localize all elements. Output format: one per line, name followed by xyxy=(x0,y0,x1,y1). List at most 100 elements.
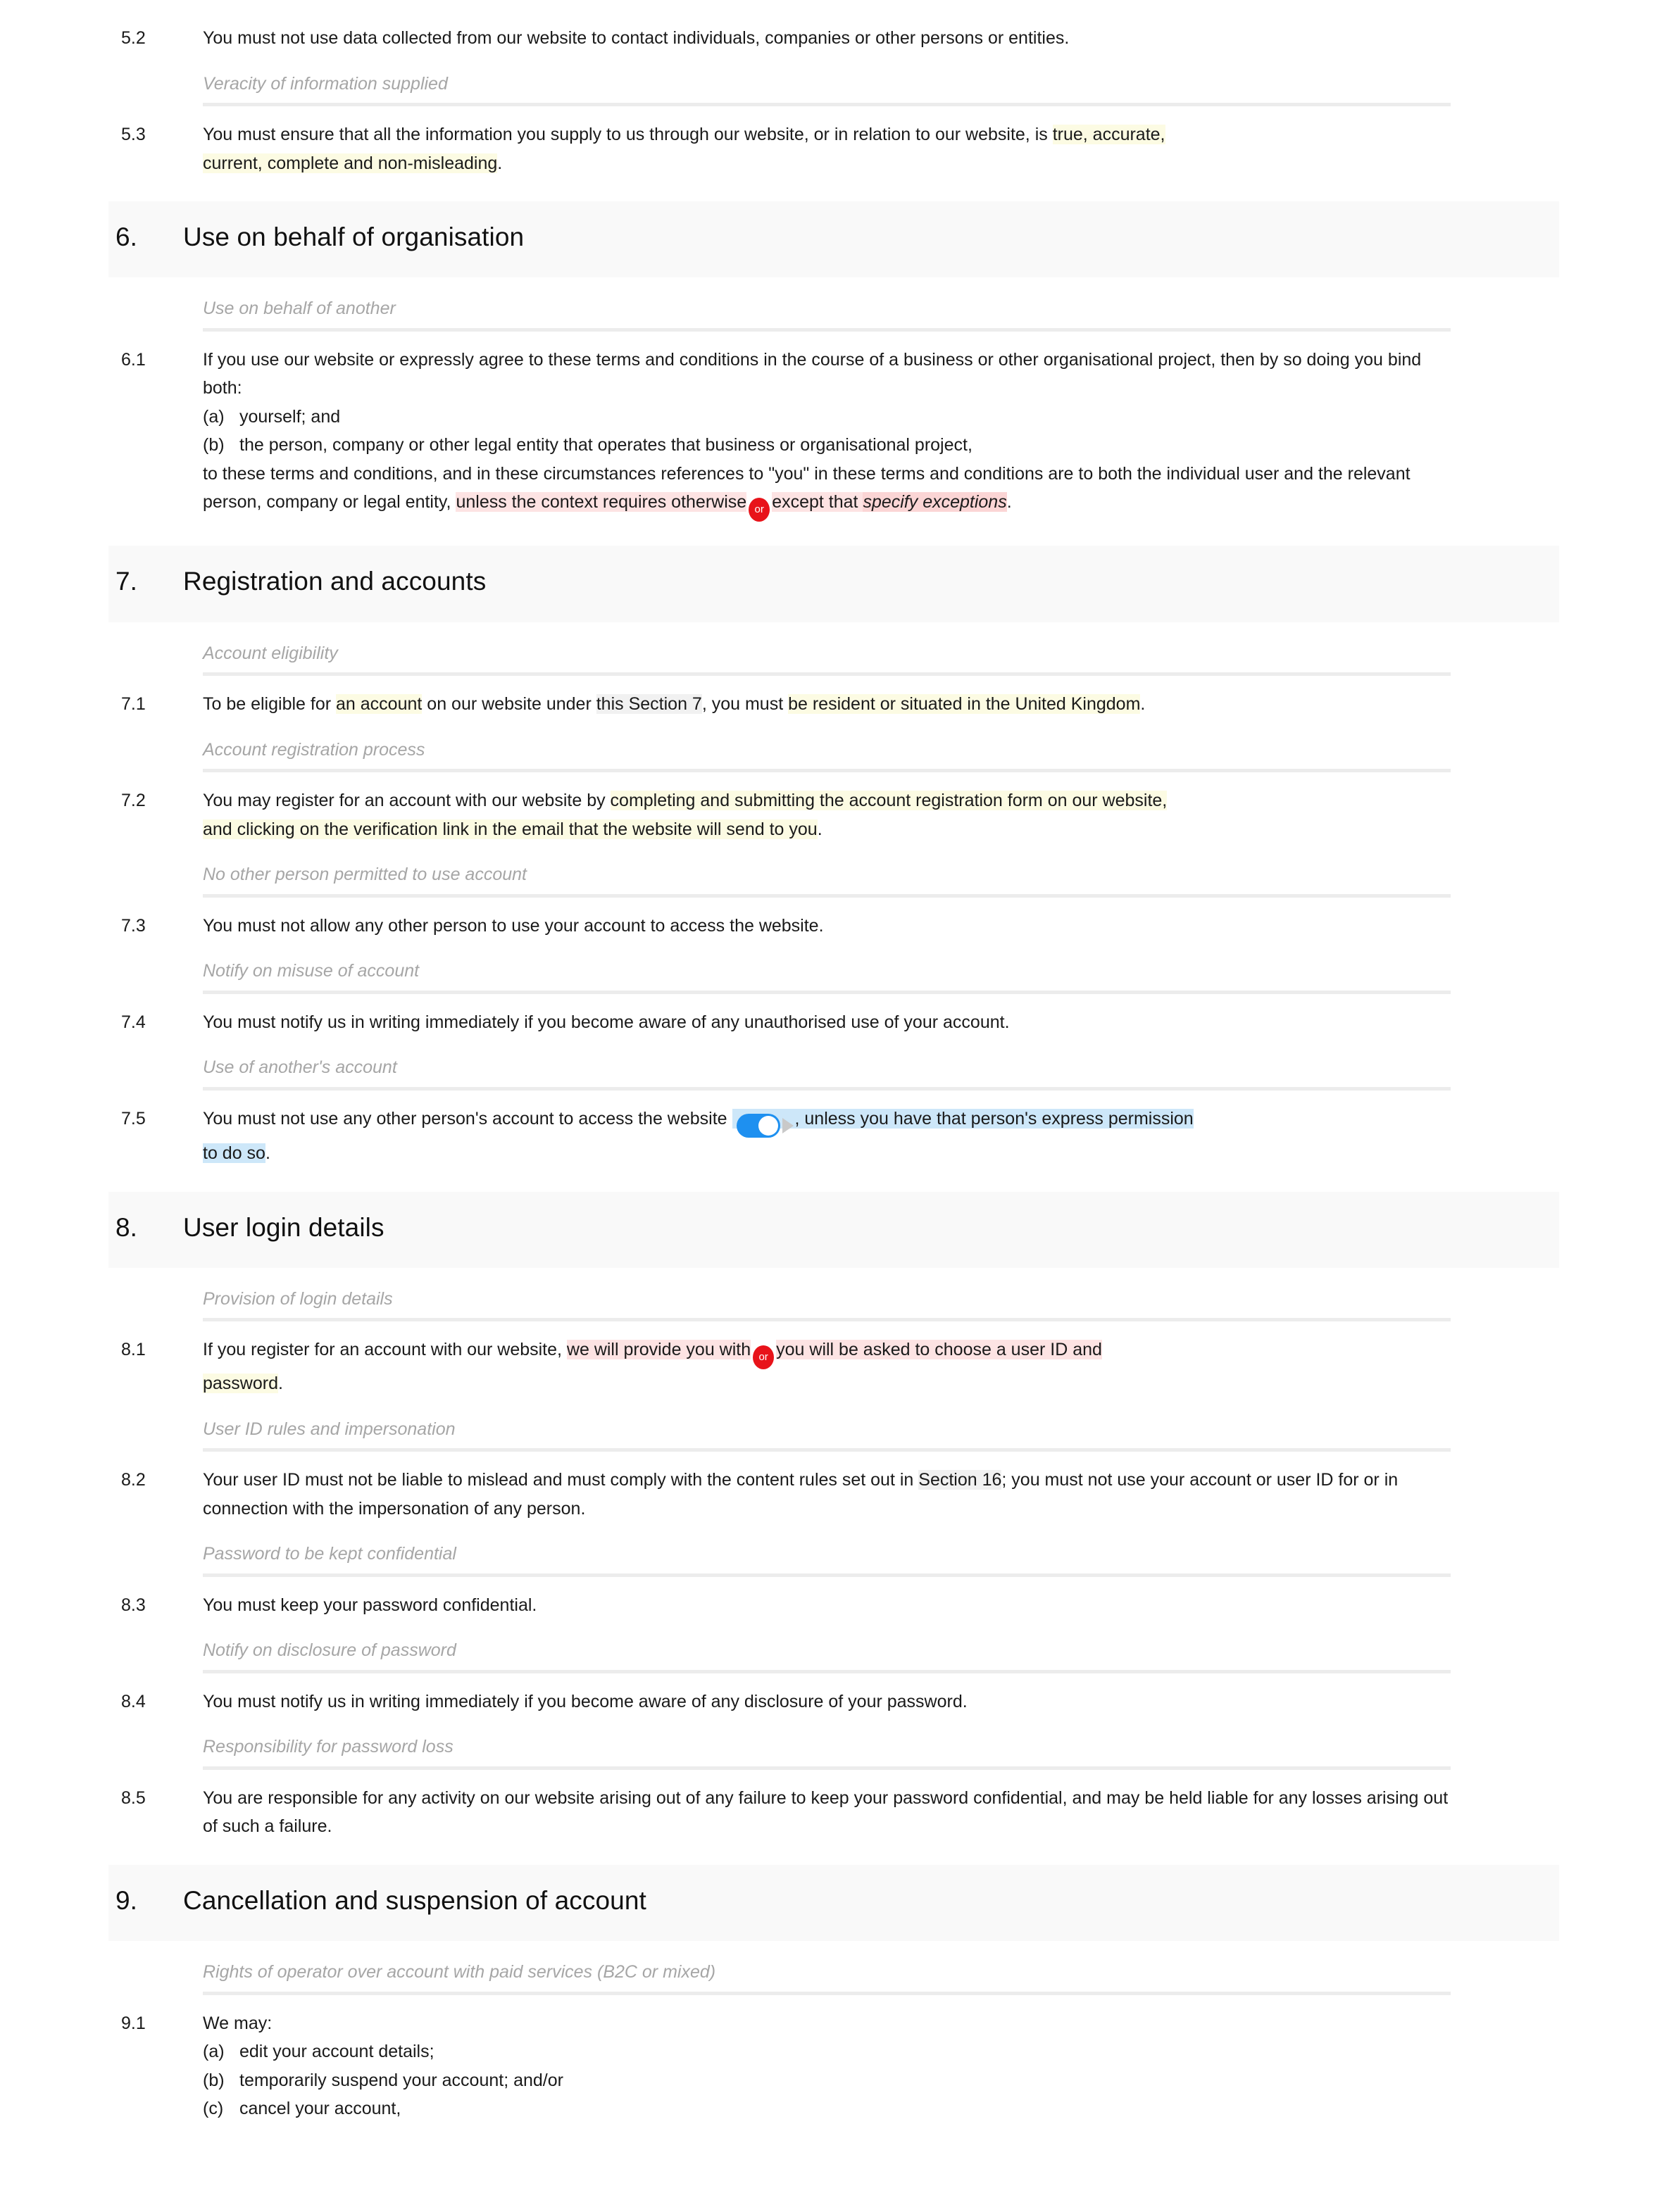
clause-lead: To be eligible for xyxy=(203,694,337,714)
section-number: 7. xyxy=(115,567,137,596)
clause-mid: , you must xyxy=(701,694,789,714)
clause-8-5: 8.5 You are responsible for any activity… xyxy=(113,1784,1451,1841)
cross-reference[interactable]: Section 16 xyxy=(918,1470,1002,1490)
or-badge-icon[interactable]: or xyxy=(749,498,770,522)
subheading-account-eligibility: Account eligibility xyxy=(203,643,338,663)
clause-number: 8.5 xyxy=(121,1787,146,1808)
caret-right-icon xyxy=(782,1117,794,1133)
subheading-rule xyxy=(203,1573,1451,1577)
clause-paragraph: To be eligible for an account on our web… xyxy=(203,690,1451,719)
subheading-notify-disclosure: Notify on disclosure of password xyxy=(203,1640,456,1661)
section-heading-7: 7. Registration and accounts xyxy=(108,546,1559,622)
clause-text: You must ensure that all the information… xyxy=(203,120,1451,177)
clause-text: Your user ID must not be liable to misle… xyxy=(203,1466,1451,1523)
clause-7-3: 7.3 You must not allow any other person … xyxy=(113,912,1451,941)
subheading-use-of-another-account: Use of another's account xyxy=(203,1057,397,1077)
or-badge-icon[interactable]: or xyxy=(753,1345,775,1370)
list-item-text: edit your account details; xyxy=(239,2042,434,2061)
document-page: 5.2 You must not use data collected from… xyxy=(0,0,1676,2212)
toggle-switch-wrapper[interactable] xyxy=(736,1111,794,1140)
clause-number: 8.3 xyxy=(121,1595,146,1615)
toggle-highlight-group: , unless you have that person's express … xyxy=(732,1108,1194,1138)
list-item: (b) the person, company or other legal e… xyxy=(203,431,1451,460)
section-title: Cancellation and suspension of account xyxy=(183,1885,646,1915)
clause-number: 6.1 xyxy=(121,349,146,370)
highlight-pink-placeholder: specify exceptions xyxy=(863,492,1007,513)
toggle-switch-icon[interactable] xyxy=(736,1113,780,1138)
clause-text: You must notify us in writing immediatel… xyxy=(203,1688,1451,1716)
clause-number: 5.2 xyxy=(121,28,146,48)
section-heading-9: 9. Cancellation and suspension of accoun… xyxy=(108,1864,1559,1941)
clause-text: You must notify us in writing immediatel… xyxy=(203,1008,1451,1037)
clause-number: 7.3 xyxy=(121,915,146,936)
subheading-rights-of-operator: Rights of operator over account with pai… xyxy=(203,1962,716,1982)
clause-text: If you register for an account with our … xyxy=(203,1336,1451,1398)
document-body: 5.2 You must not use data collected from… xyxy=(0,0,1676,2123)
section-number: 8. xyxy=(115,1212,137,1242)
highlight-blue: to do so xyxy=(203,1143,265,1163)
clause-8-4: 8.4 You must notify us in writing immedi… xyxy=(113,1688,1451,1716)
subheading-rule xyxy=(203,769,1451,772)
section-title: Registration and accounts xyxy=(183,567,487,596)
clause-lead: Your user ID must not be liable to misle… xyxy=(203,1470,919,1490)
clause-paragraph-continued: to these terms and conditions, and in th… xyxy=(203,460,1451,522)
highlight-yellow: true, accurate, xyxy=(1052,125,1165,144)
subheading-rule xyxy=(203,893,1451,898)
toggle-knob xyxy=(758,1115,778,1136)
clause-text: You are responsible for any activity on … xyxy=(203,1784,1451,1841)
highlight-blue: , unless you have that person's express … xyxy=(794,1108,1194,1129)
clause-paragraph: You may register for an account with our… xyxy=(203,786,1451,843)
subheading-rule xyxy=(203,1318,1451,1322)
highlight-yellow: password xyxy=(203,1374,278,1394)
highlight-pink: unless the context requires otherwise xyxy=(456,492,747,513)
subheading-rule xyxy=(203,1448,1451,1452)
clause-7-1: 7.1 To be eligible for an account on our… xyxy=(113,690,1451,719)
section-heading-8: 8. User login details xyxy=(108,1191,1559,1268)
clause-text: To be eligible for an account on our web… xyxy=(203,690,1451,719)
clause-paragraph: You must notify us in writing immediatel… xyxy=(203,1691,968,1711)
subheading-rule xyxy=(203,1669,1451,1673)
clause-paragraph: We may: xyxy=(203,2013,273,2033)
clause-5-2: 5.2 You must not use data collected from… xyxy=(113,24,1451,53)
list-item: (a) edit your account details; xyxy=(203,2037,1451,2066)
clause-tail: . xyxy=(497,153,503,173)
clause-8-1: 8.1 If you register for an account with … xyxy=(113,1336,1451,1398)
list-item-label: (b) xyxy=(203,2070,225,2090)
subheading-password-confidential: Password to be kept confidential xyxy=(203,1544,456,1564)
section-title: User login details xyxy=(183,1212,384,1242)
list-item-label: (a) xyxy=(203,2042,225,2061)
subheading-rule xyxy=(203,1991,1451,1995)
clause-paragraph: You must not use any other person's acco… xyxy=(203,1105,1451,1168)
clause-tail: . xyxy=(1006,492,1012,513)
clause-text: If you use our website or expressly agre… xyxy=(203,346,1451,522)
clause-8-3: 8.3 You must keep your password confiden… xyxy=(113,1591,1451,1620)
list-item-text: the person, company or other legal entit… xyxy=(239,435,973,455)
clause-5-3: 5.3 You must ensure that all the informa… xyxy=(113,120,1451,177)
clause-text: We may: (a) edit your account details; (… xyxy=(203,2009,1451,2123)
clause-number: 7.1 xyxy=(121,694,146,714)
clause-paragraph: You must keep your password confidential… xyxy=(203,1595,537,1615)
subheading-no-other-person: No other person permitted to use account xyxy=(203,865,527,884)
clause-paragraph: You are responsible for any activity on … xyxy=(203,1787,1449,1837)
clause-7-5: 7.5 You must not use any other person's … xyxy=(113,1105,1451,1168)
clause-number: 5.3 xyxy=(121,125,146,144)
clause-8-2: 8.2 Your user ID must not be liable to m… xyxy=(113,1466,1451,1523)
clause-paragraph: Your user ID must not be liable to misle… xyxy=(203,1466,1451,1523)
cross-reference[interactable]: this Section 7 xyxy=(596,694,702,714)
subheading-rule xyxy=(203,1086,1451,1091)
clause-6-1: 6.1 If you use our website or expressly … xyxy=(113,346,1451,522)
subheading-notify-misuse: Notify on misuse of account xyxy=(203,961,420,981)
clause-mid: on our website under xyxy=(422,694,596,714)
clause-paragraph: You must notify us in writing immediatel… xyxy=(203,1012,1010,1032)
subheading-veracity: Veracity of information supplied xyxy=(203,73,448,94)
list-item-text: temporarily suspend your account; and/or xyxy=(239,2070,563,2090)
highlight-pink: we will provide you with xyxy=(566,1340,751,1360)
clause-text: You must not use data collected from our… xyxy=(203,24,1451,53)
subheading-rule xyxy=(203,672,1451,676)
list-item-label: (a) xyxy=(203,406,225,427)
clause-lead: You must not use any other person's acco… xyxy=(203,1108,732,1129)
list-item: (c) cancel your account, xyxy=(203,2094,1451,2123)
subheading-rule xyxy=(203,327,1451,332)
subheading-rule xyxy=(203,103,1451,106)
highlight-yellow: an account xyxy=(336,694,423,714)
